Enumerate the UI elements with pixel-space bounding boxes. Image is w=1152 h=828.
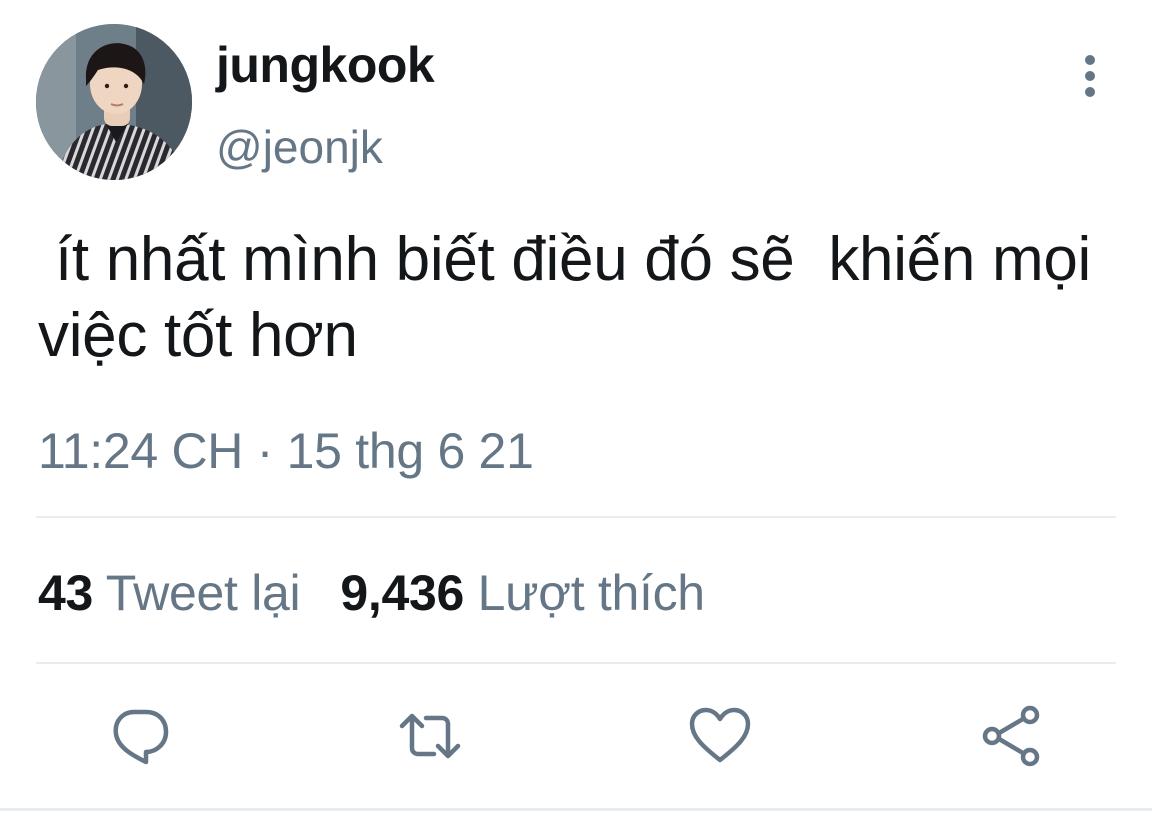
reply-button[interactable] <box>108 704 172 768</box>
divider <box>36 516 1116 518</box>
share-button[interactable] <box>980 704 1044 768</box>
more-vertical-icon <box>1085 55 1095 97</box>
likes-stat[interactable]: 9,436 Lượt thích <box>340 565 706 621</box>
avatar[interactable] <box>36 24 192 180</box>
heart-icon <box>689 707 751 763</box>
author-handle[interactable]: @jeonjk <box>216 122 383 173</box>
like-button[interactable] <box>688 704 752 768</box>
retweet-icon <box>399 713 461 759</box>
tweet-timestamp[interactable]: 11:24 CH · 15 thg 6 21 <box>38 424 534 479</box>
share-icon <box>982 705 1040 767</box>
retweets-count: 43 <box>38 565 94 621</box>
avatar-image <box>36 24 192 180</box>
tweet-stats: 43 Tweet lại 9,436 Lượt thích <box>38 566 705 621</box>
author-display-name[interactable]: jungkook <box>216 38 435 93</box>
retweet-button[interactable] <box>398 704 462 768</box>
retweets-stat[interactable]: 43 Tweet lại <box>38 565 301 621</box>
reply-icon <box>113 709 169 765</box>
retweets-label: Tweet lại <box>105 565 301 621</box>
likes-label: Lượt thích <box>477 565 706 621</box>
divider <box>36 662 1116 664</box>
tweet-text: ít nhất mình biết điều đó sẽ khiến mọi v… <box>38 225 1108 370</box>
likes-count: 9,436 <box>340 565 464 621</box>
bottom-divider <box>0 808 1152 811</box>
more-options-button[interactable] <box>1070 52 1110 100</box>
